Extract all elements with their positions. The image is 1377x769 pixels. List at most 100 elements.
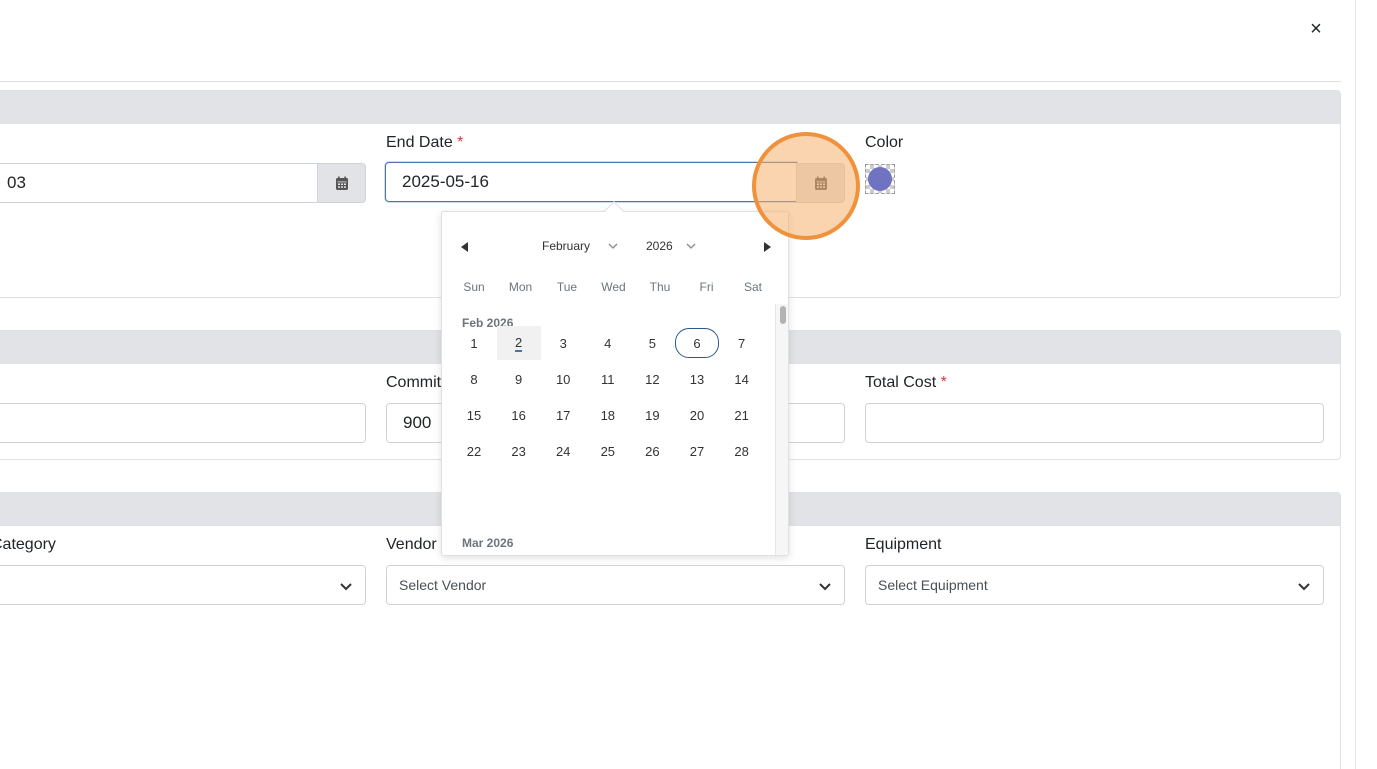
close-button[interactable]: × — [1304, 17, 1328, 41]
weekday-label: Sat — [743, 280, 762, 294]
schedule-section-header — [0, 91, 1340, 124]
day-number: 28 — [734, 443, 749, 459]
day-cell[interactable]: 15 — [452, 398, 496, 432]
day-number: 15 — [466, 407, 482, 423]
day-cell[interactable]: 16 — [497, 398, 541, 432]
year-select[interactable]: 2026 — [646, 239, 696, 253]
required-mark: * — [940, 374, 947, 391]
scrollbar-thumb[interactable] — [780, 306, 786, 324]
day-number: 5 — [648, 335, 656, 351]
day-cell[interactable]: 27 — [675, 434, 719, 468]
weekday-label: Wed — [601, 280, 626, 294]
day-cell[interactable]: 7 — [720, 326, 764, 360]
triangle-left-icon — [461, 242, 468, 252]
day-number: 25 — [600, 443, 616, 459]
weekday-label: Mon — [508, 280, 533, 294]
day-cell[interactable]: 13 — [675, 362, 719, 396]
required-mark: * — [457, 134, 464, 151]
calendar-icon — [335, 176, 348, 190]
day-number: 26 — [645, 443, 660, 459]
day-cell[interactable]: 14 — [720, 362, 764, 396]
vendor-label: Vendor — [386, 536, 437, 553]
day-number: 18 — [600, 407, 616, 423]
month-value: February — [542, 239, 591, 253]
day-number: 13 — [689, 371, 705, 387]
day-cell[interactable]: 21 — [720, 398, 764, 432]
committed-label: Commit — [386, 374, 442, 391]
color-swatch — [868, 167, 892, 191]
prev-month-button[interactable] — [458, 240, 472, 254]
day-number: 8 — [470, 371, 478, 387]
day-number: 21 — [734, 407, 749, 423]
day-cell[interactable]: 5 — [630, 326, 674, 360]
vendor-select[interactable]: Select Vendor — [386, 565, 845, 605]
datepicker-scrollbar[interactable] — [775, 304, 788, 555]
cost-input-left[interactable] — [0, 403, 366, 443]
day-number: 22 — [466, 443, 482, 459]
day-number: 4 — [604, 335, 612, 351]
day-cell[interactable]: 24 — [541, 434, 585, 468]
day-number: 20 — [689, 407, 705, 423]
end-date-input[interactable]: 2025-05-16 — [385, 162, 797, 202]
year-value: 2026 — [646, 239, 673, 253]
day-number: 1 — [470, 335, 478, 351]
day-number: 14 — [734, 371, 749, 387]
day-cell[interactable]: 2 — [496, 326, 541, 360]
day-cell[interactable]: 26 — [630, 434, 674, 468]
start-date-calendar-button[interactable] — [317, 163, 366, 203]
day-cell[interactable]: 3 — [541, 326, 585, 360]
day-cell[interactable]: 22 — [452, 434, 496, 468]
vendor-placeholder: Select Vendor — [399, 577, 487, 593]
day-cell[interactable]: 25 — [586, 434, 630, 468]
day-cell[interactable]: 23 — [497, 434, 541, 468]
calendar-icon — [814, 176, 827, 190]
next-month-button[interactable] — [760, 240, 774, 254]
weekday-label: Fri — [699, 280, 714, 294]
triangle-right-icon — [764, 242, 771, 252]
day-number: 9 — [514, 371, 523, 387]
day-cell[interactable]: 11 — [586, 362, 630, 396]
day-number: 11 — [601, 371, 615, 387]
day-cell[interactable]: 12 — [630, 362, 674, 396]
color-label: Color — [865, 134, 904, 151]
day-cell[interactable]: 1 — [452, 326, 496, 360]
day-number: 3 — [559, 335, 567, 351]
equipment-label: Equipment — [865, 536, 942, 553]
header-divider — [0, 81, 1341, 82]
datepicker: February 2026 Sun Mon Tue Wed Thu Fri Sat Feb … — [441, 211, 789, 556]
weekday-label: Thu — [649, 280, 671, 294]
category-label: Category — [0, 536, 56, 553]
end-date-calendar-button[interactable] — [796, 163, 845, 203]
equipment-placeholder: Select Equipment — [878, 577, 988, 593]
start-date-value: 03 — [7, 173, 26, 192]
category-select[interactable] — [0, 565, 366, 605]
day-cell[interactable]: 9 — [497, 362, 541, 396]
weekday-label: Sun — [463, 280, 485, 294]
day-number: 7 — [737, 335, 746, 351]
day-cell[interactable]: 19 — [630, 398, 674, 432]
chevron-down-icon — [1298, 583, 1310, 591]
day-cell[interactable]: 10 — [541, 362, 585, 396]
page-scrollbar[interactable] — [1355, 0, 1377, 769]
equipment-select[interactable]: Select Equipment — [865, 565, 1324, 605]
day-number: 24 — [555, 443, 571, 459]
day-number: 23 — [511, 443, 526, 459]
day-cell[interactable]: 17 — [541, 398, 585, 432]
day-number: 10 — [555, 371, 571, 387]
month-section-label: Mar 2026 — [462, 536, 514, 550]
total-cost-input[interactable] — [865, 403, 1324, 443]
day-number: 12 — [645, 371, 660, 387]
month-select[interactable]: February — [542, 239, 618, 253]
day-cell[interactable]: 6 — [675, 326, 719, 360]
committed-value: 900 — [403, 413, 432, 432]
day-cell[interactable]: 18 — [586, 398, 630, 432]
end-date-label: End Date * — [386, 134, 464, 151]
color-picker[interactable] — [865, 164, 895, 194]
day-cell[interactable]: 20 — [675, 398, 719, 432]
day-number: 2 — [514, 334, 523, 352]
day-cell[interactable]: 28 — [720, 434, 764, 468]
day-cell[interactable]: 8 — [452, 362, 496, 396]
day-number: 6 — [693, 335, 701, 351]
day-cell[interactable]: 4 — [586, 326, 630, 360]
start-date-input[interactable]: 03 — [0, 163, 318, 203]
